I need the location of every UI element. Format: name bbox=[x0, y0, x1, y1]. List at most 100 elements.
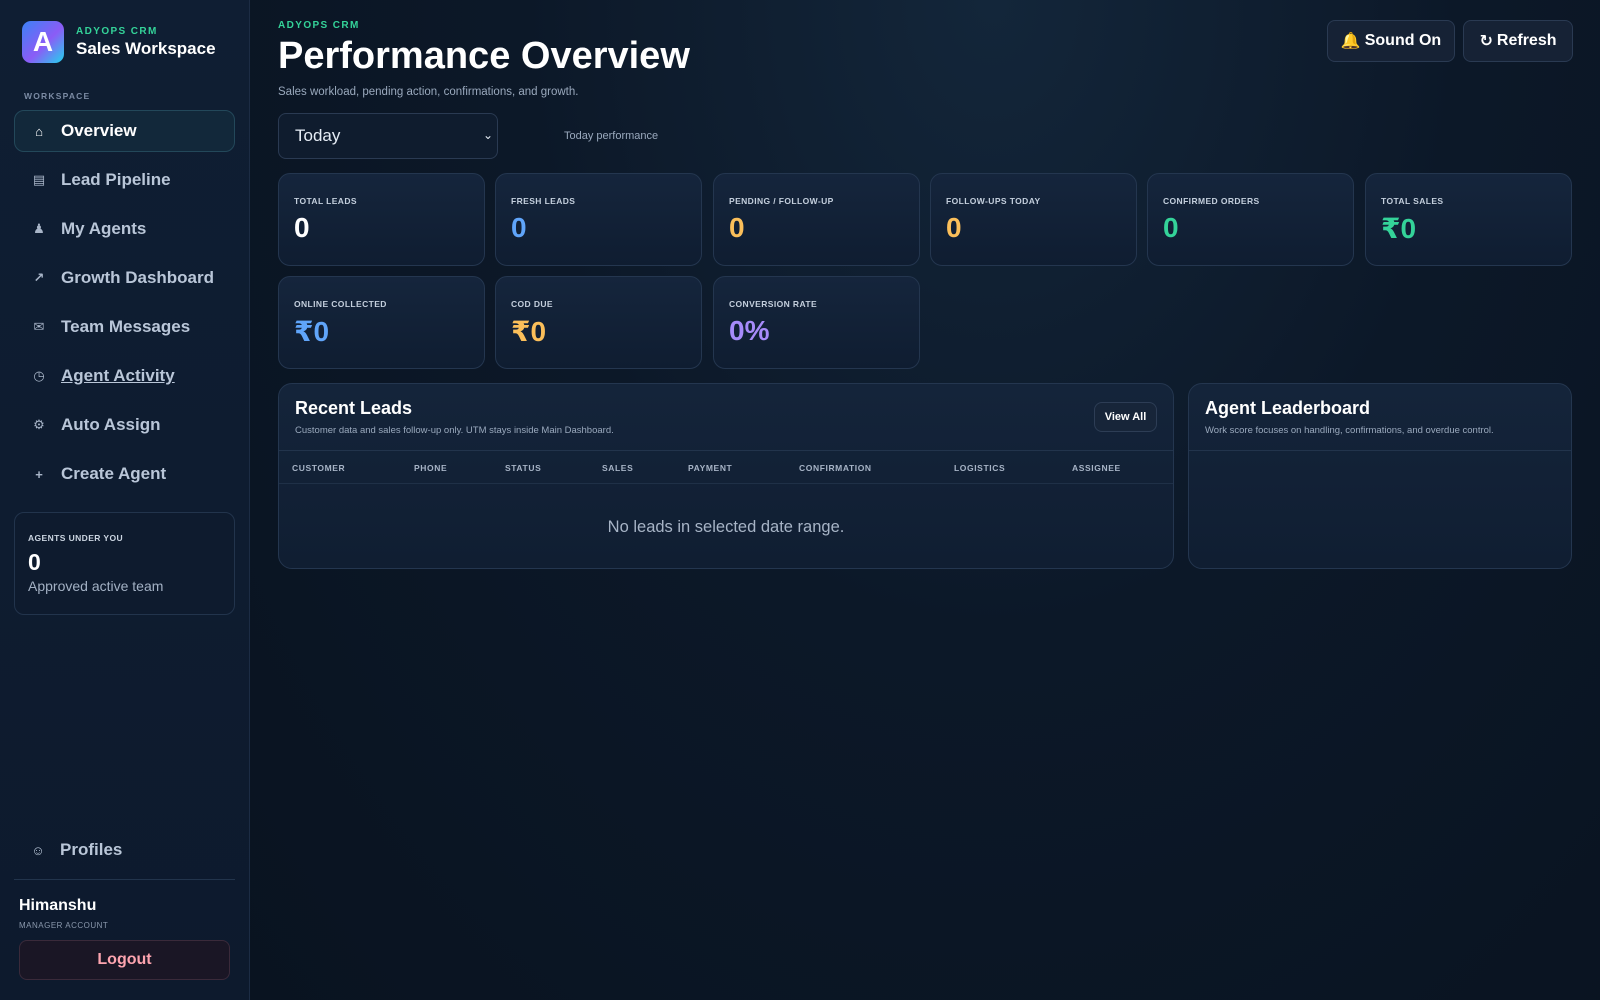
sidebar-item-label: My Agents bbox=[61, 219, 147, 238]
kpi-value: 0 bbox=[946, 212, 962, 243]
user-name: Himanshu bbox=[19, 897, 97, 914]
sidebar-item-lead-pipeline[interactable]: ▤ Lead Pipeline bbox=[14, 159, 235, 201]
sidebar-section-label: WORKSPACE bbox=[24, 91, 91, 101]
empty-state-message: No leads in selected date range. bbox=[607, 518, 845, 536]
sidebar-item-auto-assign[interactable]: ⚙ Auto Assign bbox=[14, 404, 235, 446]
column-header-sales[interactable]: SALES bbox=[602, 463, 633, 473]
arrow-up-right-icon: ↗ bbox=[33, 270, 45, 285]
sidebar-item-growth-dashboard[interactable]: ↗ Growth Dashboard bbox=[14, 257, 235, 299]
recent-leads-panel: Recent Leads Customer data and sales fol… bbox=[278, 383, 1174, 569]
table-header-row: CUSTOMER PHONE STATUS SALES PAYMENT CONF… bbox=[279, 451, 1173, 484]
user-icon: ♟ bbox=[33, 221, 45, 236]
kpi-value: ₹0 bbox=[1381, 213, 1417, 244]
sidebar-item-profiles[interactable]: ☺ Profiles bbox=[14, 829, 235, 871]
column-header-confirmation[interactable]: CONFIRMATION bbox=[799, 463, 872, 473]
kpi-value: 0% bbox=[729, 315, 770, 346]
column-header-phone[interactable]: PHONE bbox=[414, 463, 447, 473]
refresh-icon: ↻ bbox=[1479, 33, 1493, 50]
brand: A ADYOPS CRM Sales Workspace bbox=[22, 21, 216, 63]
sidebar-item-team-messages[interactable]: ✉ Team Messages bbox=[14, 306, 235, 348]
kpi-value: 0 bbox=[1163, 212, 1179, 243]
sidebar-item-label: Overview bbox=[61, 121, 137, 140]
list-icon: ▤ bbox=[32, 172, 46, 187]
sidebar-item-my-agents[interactable]: ♟ My Agents bbox=[14, 208, 235, 250]
sound-toggle-button[interactable]: 🔔 Sound On bbox=[1327, 20, 1455, 62]
kpi-card-total-sales: TOTAL SALES ₹0 bbox=[1365, 173, 1572, 266]
sidebar-item-create-agent[interactable]: + Create Agent bbox=[14, 453, 235, 495]
agent-leaderboard-panel: Agent Leaderboard Work score focuses on … bbox=[1188, 383, 1572, 569]
main-content: ADYOPS CRM Performance Overview Sales wo… bbox=[250, 0, 1600, 1000]
kpi-value: ₹0 bbox=[511, 316, 547, 347]
leaderboard-subtitle: Work score focuses on handling, confirma… bbox=[1205, 425, 1494, 436]
page-title: Performance Overview bbox=[278, 35, 690, 77]
kpi-label: COD DUE bbox=[511, 299, 553, 309]
recent-leads-title: Recent Leads bbox=[295, 398, 413, 418]
panel-divider bbox=[1189, 450, 1571, 451]
gear-icon: ⚙ bbox=[33, 417, 45, 432]
kpi-label: ONLINE COLLECTED bbox=[294, 299, 387, 309]
kpi-label: TOTAL SALES bbox=[1381, 196, 1444, 206]
sidebar: A ADYOPS CRM Sales Workspace WORKSPACE ⌂… bbox=[0, 0, 250, 1000]
smile-icon: ☺ bbox=[31, 842, 45, 858]
sidebar-nav: ⌂ Overview ▤ Lead Pipeline ♟ My Agents ↗… bbox=[14, 110, 235, 502]
leaderboard-title: Agent Leaderboard bbox=[1205, 398, 1371, 418]
kpi-card-online-collected: ONLINE COLLECTED ₹0 bbox=[278, 276, 485, 369]
agents-card-count: 0 bbox=[28, 549, 41, 575]
sidebar-item-agent-activity[interactable]: ◷ Agent Activity bbox=[14, 355, 235, 397]
page-eyebrow: ADYOPS CRM bbox=[278, 20, 360, 31]
refresh-label: Refresh bbox=[1496, 32, 1557, 49]
app-logo: A bbox=[22, 21, 64, 63]
sidebar-divider bbox=[14, 879, 235, 880]
mail-icon: ✉ bbox=[33, 319, 45, 334]
view-all-button[interactable]: View All bbox=[1094, 402, 1157, 432]
sidebar-item-label: Team Messages bbox=[61, 317, 191, 336]
agents-card-label: AGENTS UNDER YOU bbox=[28, 533, 124, 543]
date-range-select[interactable]: Today ⌄ bbox=[278, 113, 498, 159]
date-range-value: Today bbox=[295, 126, 341, 145]
column-header-status[interactable]: STATUS bbox=[505, 463, 541, 473]
kpi-card-follow-ups-today: FOLLOW-UPS TODAY 0 bbox=[930, 173, 1137, 266]
sidebar-item-overview[interactable]: ⌂ Overview bbox=[14, 110, 235, 152]
kpi-card-cod-due: COD DUE ₹0 bbox=[495, 276, 702, 369]
sidebar-item-label: Profiles bbox=[60, 840, 123, 859]
kpi-value: 0 bbox=[729, 212, 745, 243]
kpi-card-pending-follow-up: PENDING / FOLLOW-UP 0 bbox=[713, 173, 920, 266]
sidebar-item-label: Create Agent bbox=[61, 464, 167, 483]
column-header-customer[interactable]: CUSTOMER bbox=[292, 463, 345, 473]
date-range-caption: Today performance bbox=[564, 130, 659, 142]
plus-icon: + bbox=[35, 466, 43, 482]
user-role: MANAGER ACCOUNT bbox=[19, 921, 109, 930]
sidebar-item-label: Auto Assign bbox=[61, 415, 161, 434]
sidebar-item-label: Growth Dashboard bbox=[61, 268, 215, 287]
kpi-card-confirmed-orders: CONFIRMED ORDERS 0 bbox=[1147, 173, 1354, 266]
chevron-down-icon: ⌄ bbox=[482, 128, 493, 142]
kpi-label: PENDING / FOLLOW-UP bbox=[729, 196, 834, 206]
sidebar-item-label: Lead Pipeline bbox=[61, 170, 171, 189]
kpi-value: 0 bbox=[294, 212, 310, 243]
kpi-card-total-leads: TOTAL LEADS 0 bbox=[278, 173, 485, 266]
kpi-label: FRESH LEADS bbox=[511, 196, 576, 206]
page-subtitle: Sales workload, pending action, confirma… bbox=[278, 86, 579, 98]
kpi-label: CONVERSION RATE bbox=[729, 299, 818, 309]
column-header-assignee[interactable]: ASSIGNEE bbox=[1072, 463, 1121, 473]
agents-card-subtitle: Approved active team bbox=[28, 578, 164, 594]
kpi-card-fresh-leads: FRESH LEADS 0 bbox=[495, 173, 702, 266]
recent-leads-subtitle: Customer data and sales follow-up only. … bbox=[295, 425, 614, 436]
kpi-value: ₹0 bbox=[294, 316, 330, 347]
bell-icon: 🔔 bbox=[1340, 33, 1361, 50]
column-header-logistics[interactable]: LOGISTICS bbox=[954, 463, 1005, 473]
brand-title: Sales Workspace bbox=[76, 38, 216, 58]
kpi-value: 0 bbox=[511, 212, 527, 243]
kpi-label: FOLLOW-UPS TODAY bbox=[946, 196, 1041, 206]
home-icon: ⌂ bbox=[35, 123, 43, 139]
brand-eyebrow: ADYOPS CRM bbox=[76, 25, 158, 37]
clock-icon: ◷ bbox=[33, 368, 45, 383]
sound-toggle-label: Sound On bbox=[1364, 32, 1442, 49]
refresh-button[interactable]: ↻ Refresh bbox=[1463, 20, 1573, 62]
kpi-label: CONFIRMED ORDERS bbox=[1163, 196, 1260, 206]
sidebar-item-label: Agent Activity bbox=[61, 366, 175, 385]
column-header-payment[interactable]: PAYMENT bbox=[688, 463, 732, 473]
kpi-label: TOTAL LEADS bbox=[294, 196, 357, 206]
logout-button[interactable]: Logout bbox=[19, 940, 230, 980]
agents-under-you-card: AGENTS UNDER YOU 0 Approved active team bbox=[14, 512, 235, 615]
